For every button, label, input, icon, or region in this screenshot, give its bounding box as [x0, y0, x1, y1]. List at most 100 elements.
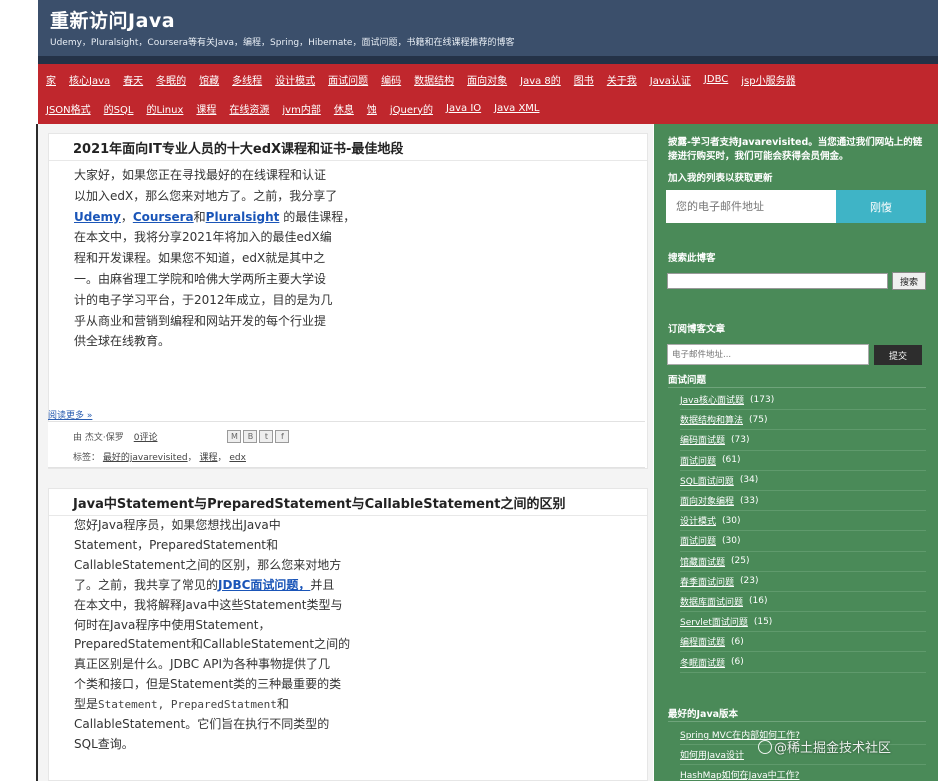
search-button[interactable]: 搜索 — [892, 272, 926, 290]
label-link[interactable]: 数据结构和算法 — [680, 413, 743, 426]
email-icon[interactable]: M — [227, 430, 242, 443]
subscribe-submit-button[interactable]: 提交 — [874, 345, 922, 365]
post-text-line: CallableStatement。它们旨在执行不同类型的 — [74, 717, 330, 732]
post-body: 大家好，如果您正在寻找最好的在线课程和认证 以加入edX，那么您来对地方了。之前… — [74, 165, 366, 352]
nav-item-oop[interactable]: 面向对象 — [467, 72, 507, 87]
nav-item-hibernate[interactable]: 冬眠的 — [156, 72, 186, 87]
twitter-icon[interactable]: t — [259, 430, 274, 443]
nav-item-collections[interactable]: 馆藏 — [199, 72, 219, 87]
nav-item-json[interactable]: JSON格式 — [46, 101, 91, 116]
heading-divider — [668, 387, 926, 388]
nav-item-jquery[interactable]: jQuery的 — [390, 101, 433, 116]
udemy-link[interactable]: Udemy — [74, 210, 121, 224]
coursera-link[interactable]: Coursera — [133, 210, 194, 224]
label-link[interactable]: 编码面试题 — [680, 433, 725, 446]
post-title[interactable]: 2021年面向IT专业人员的十大edX课程和证书-最佳地段 — [73, 138, 403, 157]
label-link[interactable]: 春季面试问题 — [680, 575, 734, 588]
list-item: SQL面试问题 (34) — [680, 471, 926, 491]
label-link[interactable]: edx — [229, 453, 246, 463]
nav-item-linux[interactable]: 的Linux — [146, 101, 183, 116]
nav-item-java8[interactable]: Java 8的 — [520, 72, 561, 87]
nav-item-java-xml[interactable]: Java XML — [494, 103, 539, 114]
blog-post: Java中Statement与PreparedStatement与Callabl… — [48, 488, 648, 781]
nav-item-books[interactable]: 图书 — [574, 72, 594, 87]
code-text: Statement, PreparedStatment — [98, 698, 277, 712]
label-link[interactable]: SQL面试问题 — [680, 474, 734, 487]
label-link[interactable]: 面向对象编程 — [680, 494, 734, 507]
nav-item-multithreading[interactable]: 多线程 — [232, 72, 262, 87]
label-link[interactable]: Java核心面试题 — [680, 393, 744, 406]
nav-item-java-io[interactable]: Java IO — [446, 103, 481, 114]
label-link[interactable]: 最好的javarevisited — [103, 453, 188, 463]
list-item: 编程面试题 (6) — [680, 632, 926, 653]
site-header: 重新访问Java Udemy，Pluralsight，Coursera等有关Ja… — [38, 0, 938, 56]
list-item: 设计模式 (30) — [680, 511, 926, 532]
label-link[interactable]: 面试问题 — [680, 454, 716, 467]
nav-item-jdbc[interactable]: JDBC — [704, 74, 728, 85]
nav-item-core-java[interactable]: 核心Java — [69, 72, 110, 87]
site-title[interactable]: 重新访问Java — [50, 6, 175, 33]
nav-item-sql[interactable]: 的SQL — [104, 101, 134, 116]
comments-link[interactable]: 0评论 — [134, 430, 158, 443]
interview-questions-list: Java核心面试题 (173) 数据结构和算法 (75) 编码面试题 (73) 面试问… — [680, 390, 926, 673]
nav-item-coding[interactable]: 编码 — [381, 72, 401, 87]
nav-row-2: JSON格式 的SQL 的Linux 课程 在线资源 jvm内部 休息 蚀 jQ… — [46, 99, 553, 117]
post-text-fragment: 型是 — [74, 697, 99, 712]
newsletter-email-input[interactable] — [666, 190, 836, 223]
post-text-line: PreparedStatement和CallableStatement之间的 — [74, 637, 351, 652]
nav-item-data-structures[interactable]: 数据结构 — [414, 72, 454, 87]
nav-item-home[interactable]: 家 — [46, 72, 56, 87]
label-link[interactable]: Servlet面试问题 — [680, 615, 748, 628]
main-content: 2021年面向IT专业人员的十大edX课程和证书-最佳地段 大家好，如果您正在寻… — [38, 124, 653, 781]
label-link[interactable]: 设计模式 — [680, 514, 716, 527]
list-item: 编码面试题 (73) — [680, 430, 926, 451]
nav-item-online-resources[interactable]: 在线资源 — [229, 101, 269, 116]
search-input[interactable] — [667, 273, 888, 289]
read-more-link[interactable]: 阅读更多 » — [48, 408, 92, 421]
watermark-icon — [758, 740, 772, 754]
best-of-heading: 最好的Java版本 — [668, 709, 739, 720]
nav-item-rest[interactable]: 休息 — [334, 101, 354, 116]
nav-item-eclipse[interactable]: 蚀 — [367, 101, 377, 116]
label-link[interactable]: 编程面试题 — [680, 635, 725, 648]
post-title[interactable]: Java中Statement与PreparedStatement与Callabl… — [73, 493, 565, 512]
subscribe-email-input[interactable] — [667, 344, 869, 365]
nav-item-design-patterns[interactable]: 设计模式 — [275, 72, 315, 87]
nav-item-jvm-internals[interactable]: jvm内部 — [282, 101, 320, 116]
label-link[interactable]: 数据库面试问题 — [680, 595, 743, 608]
join-list-heading: 加入我的列表以获取更新 — [668, 173, 773, 184]
label-link[interactable]: 课程 — [199, 453, 217, 463]
label-count: (75) — [749, 414, 768, 425]
post-title-divider — [49, 160, 647, 161]
nav-item-interview[interactable]: 面试问题 — [328, 72, 368, 87]
pluralsight-link[interactable]: Pluralsight — [206, 210, 280, 224]
nav-item-spring[interactable]: 春天 — [123, 72, 143, 87]
nav-item-certification[interactable]: Java认证 — [650, 72, 691, 87]
facebook-icon[interactable]: f — [275, 430, 290, 443]
article-link[interactable]: 如何用Java设计 — [680, 748, 744, 761]
post-text-line: 了。之前，我共享了常见的JDBC面试问题，并且 — [74, 576, 372, 596]
post-text-line: 一。由麻省理工学院和哈佛大学两所主要大学设 — [74, 271, 327, 286]
post-text-line: 以加入edX，那么您来对地方了。之前，我分享了 — [74, 188, 338, 203]
label-link[interactable]: 馆藏面试题 — [680, 555, 725, 568]
newsletter-subscribe-button[interactable]: 刚愎 — [836, 190, 926, 223]
list-item: HashMap如何在Java中工作? — [680, 765, 926, 781]
blog-icon[interactable]: B — [243, 430, 258, 443]
label-link[interactable]: 面试问题 — [680, 534, 716, 547]
post-text-line: 程和开发课程。如果您不知道，edX就是其中之 — [74, 251, 326, 266]
nav-item-courses[interactable]: 课程 — [196, 101, 216, 116]
nav-item-jsp-servlet[interactable]: jsp小服务器 — [741, 72, 795, 87]
label-count: (33) — [740, 495, 759, 506]
post-text-line: 您好Java程序员，如果您想找出Java中 — [74, 518, 281, 532]
nav-item-about[interactable]: 关于我 — [607, 72, 637, 87]
post-text-line: 乎从商业和营销到编程和网站开发的每个行业提 — [74, 313, 327, 328]
label-link[interactable]: 冬眠面试题 — [680, 656, 725, 669]
list-item: 春季面试问题 (23) — [680, 572, 926, 592]
post-text-line: 大家好，如果您正在寻找最好的在线课程和认证 — [74, 168, 327, 182]
post-text-fragment: 的最佳课程， — [279, 209, 356, 224]
article-link[interactable]: HashMap如何在Java中工作? — [680, 768, 799, 781]
post-text-fragment: 并且 — [310, 577, 335, 592]
jdbc-interview-link[interactable]: JDBC面试问题， — [218, 578, 310, 592]
list-item: 面向对象编程 (33) — [680, 491, 926, 512]
post-text-line: 计的电子学习平台，于2012年成立，目的是为几 — [74, 292, 333, 307]
